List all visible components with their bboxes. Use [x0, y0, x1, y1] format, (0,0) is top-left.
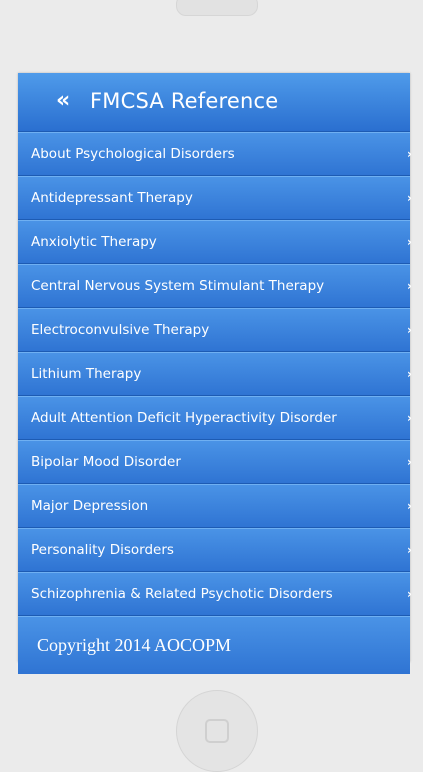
menu-item-label: About Psychological Disorders [31, 146, 235, 162]
device-speaker [176, 0, 258, 16]
menu-item-cns-stimulant-therapy[interactable]: Central Nervous System Stimulant Therapy… [18, 264, 412, 308]
menu-item-label: Lithium Therapy [31, 366, 142, 382]
reference-panel: « FMCSA Reference About Psychological Di… [18, 73, 412, 674]
menu-item-label: Personality Disorders [31, 542, 174, 558]
menu-item-label: Anxiolytic Therapy [31, 234, 157, 250]
menu-item-lithium-therapy[interactable]: Lithium Therapy › [18, 352, 412, 396]
copyright-footer: Copyright 2014 AOCOPM [18, 616, 410, 674]
device-home-button[interactable] [176, 690, 258, 772]
chevron-right-icon: › [407, 411, 412, 425]
chevron-right-icon: › [407, 191, 412, 205]
menu-item-label: Major Depression [31, 498, 149, 514]
menu-item-adult-adhd[interactable]: Adult Attention Deficit Hyperactivity Di… [18, 396, 412, 440]
menu-item-label: Antidepressant Therapy [31, 190, 193, 206]
chevron-right-icon: › [407, 147, 412, 161]
chevron-right-icon: › [407, 587, 412, 601]
page-title: FMCSA Reference [90, 89, 279, 113]
menu-item-bipolar-mood-disorder[interactable]: Bipolar Mood Disorder › [18, 440, 412, 484]
app-header: « FMCSA Reference [18, 73, 410, 132]
menu-item-antidepressant-therapy[interactable]: Antidepressant Therapy › [18, 176, 412, 220]
chevron-right-icon: › [407, 455, 412, 469]
menu-item-label: Adult Attention Deficit Hyperactivity Di… [31, 410, 337, 426]
menu-item-personality-disorders[interactable]: Personality Disorders › [18, 528, 412, 572]
menu-item-major-depression[interactable]: Major Depression › [18, 484, 412, 528]
menu-item-about-psychological-disorders[interactable]: About Psychological Disorders › [18, 132, 412, 176]
chevron-right-icon: › [407, 543, 412, 557]
chevron-right-icon: › [407, 499, 412, 513]
topic-menu: About Psychological Disorders › Antidepr… [18, 132, 412, 616]
double-chevron-left-icon[interactable]: « [56, 88, 80, 114]
menu-item-anxiolytic-therapy[interactable]: Anxiolytic Therapy › [18, 220, 412, 264]
chevron-right-icon: › [407, 279, 412, 293]
menu-item-schizophrenia[interactable]: Schizophrenia & Related Psychotic Disord… [18, 572, 412, 616]
menu-item-label: Central Nervous System Stimulant Therapy [31, 278, 325, 294]
chevron-right-icon: › [407, 367, 412, 381]
home-square-icon [205, 719, 229, 743]
menu-item-label: Schizophrenia & Related Psychotic Disord… [31, 586, 333, 602]
chevron-right-icon: › [407, 235, 412, 249]
chevron-right-icon: › [407, 323, 412, 337]
copyright-text: Copyright 2014 AOCOPM [37, 635, 232, 655]
menu-item-electroconvulsive-therapy[interactable]: Electroconvulsive Therapy › [18, 308, 412, 352]
menu-item-label: Electroconvulsive Therapy [31, 322, 210, 338]
menu-item-label: Bipolar Mood Disorder [31, 454, 181, 470]
